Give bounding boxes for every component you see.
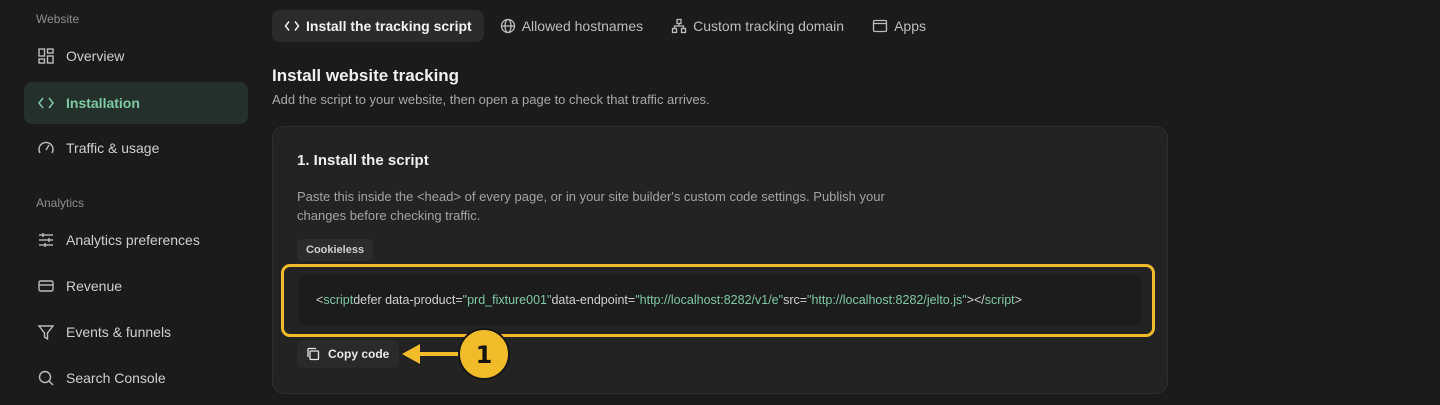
- tab-bar: Install the tracking script Allowed host…: [272, 10, 942, 42]
- sidebar-item-overview[interactable]: Overview: [24, 35, 248, 77]
- sidebar-item-events-funnels[interactable]: Events & funnels: [24, 311, 248, 353]
- sidebar-item-traffic-usage[interactable]: Traffic & usage: [24, 127, 248, 169]
- step-number: 1: [476, 341, 493, 369]
- code-lt: <: [316, 293, 324, 307]
- code-close-tag: script: [984, 293, 1015, 307]
- tab-install-tracking-script[interactable]: Install the tracking script: [272, 10, 484, 42]
- code-tag: script: [323, 293, 354, 307]
- sidebar-item-search-console[interactable]: Search Console: [24, 357, 248, 399]
- page-subtitle: Add the script to your website, then ope…: [272, 92, 710, 107]
- tab-custom-tracking-domain[interactable]: Custom tracking domain: [659, 10, 856, 42]
- tab-label: Allowed hostnames: [521, 18, 644, 34]
- sidebar: Website Overview Installation Traffic & …: [0, 0, 260, 405]
- section-label-website: Website: [36, 12, 80, 26]
- credit-card-icon: [36, 276, 56, 296]
- code-attr-src: src=: [783, 293, 808, 307]
- sidebar-item-label: Search Console: [66, 370, 166, 386]
- sidebar-item-installation[interactable]: Installation: [24, 82, 248, 124]
- sidebar-item-label: Installation: [66, 95, 140, 111]
- card-title: 1. Install the script: [297, 152, 429, 169]
- tab-label: Install the tracking script: [306, 18, 472, 34]
- sidebar-item-label: Revenue: [66, 278, 123, 294]
- sidebar-item-revenue[interactable]: Revenue: [24, 265, 248, 307]
- cookieless-badge: Cookieless: [297, 239, 374, 261]
- code-gt: >: [1014, 293, 1022, 307]
- code-close-mid: ></: [966, 293, 985, 307]
- sidebar-item-label: Traffic & usage: [66, 140, 160, 156]
- code-icon: [36, 93, 56, 113]
- code-attr-endpoint: data-endpoint=: [551, 293, 636, 307]
- globe-icon: [500, 18, 516, 34]
- tab-label: Custom tracking domain: [693, 18, 845, 34]
- code-attr-product: defer data-product=: [353, 293, 463, 307]
- sidebar-item-label: Analytics preferences: [66, 232, 200, 248]
- funnel-icon: [36, 322, 56, 342]
- sidebar-item-label: Overview: [66, 48, 125, 64]
- layout-grid-icon: [36, 46, 56, 66]
- copy-code-button[interactable]: Copy code: [297, 340, 399, 368]
- code-value-src: "http://localhost:8282/jelto.js": [807, 293, 967, 307]
- copy-code-label: Copy code: [328, 347, 390, 361]
- code-value-product: "prd_fixture001": [462, 293, 552, 307]
- search-icon: [36, 368, 56, 388]
- sidebar-item-label: Events & funnels: [66, 324, 172, 340]
- section-label-analytics: Analytics: [36, 196, 85, 210]
- code-icon: [284, 18, 300, 34]
- network-icon: [671, 18, 687, 34]
- script-code-block[interactable]: < script defer data-product= "prd_fixture0…: [299, 275, 1142, 325]
- page-title: Install website tracking: [272, 66, 460, 85]
- arrow-left-icon: [402, 344, 462, 364]
- copy-icon: [306, 347, 320, 361]
- card-description: Paste this inside the <head> of every pa…: [297, 189, 885, 223]
- step-callout: 1: [402, 328, 510, 380]
- tab-allowed-hostnames[interactable]: Allowed hostnames: [488, 10, 655, 42]
- gauge-icon: [36, 138, 56, 158]
- tab-apps[interactable]: Apps: [860, 10, 938, 42]
- code-highlight-box: < script defer data-product= "prd_fixture0…: [281, 264, 1155, 337]
- app-window-icon: [872, 18, 888, 34]
- code-value-endpoint: "http://localhost:8282/v1/e": [635, 293, 784, 307]
- sliders-icon: [36, 230, 56, 250]
- tab-label: Apps: [894, 18, 926, 34]
- sidebar-item-analytics-preferences[interactable]: Analytics preferences: [24, 219, 248, 261]
